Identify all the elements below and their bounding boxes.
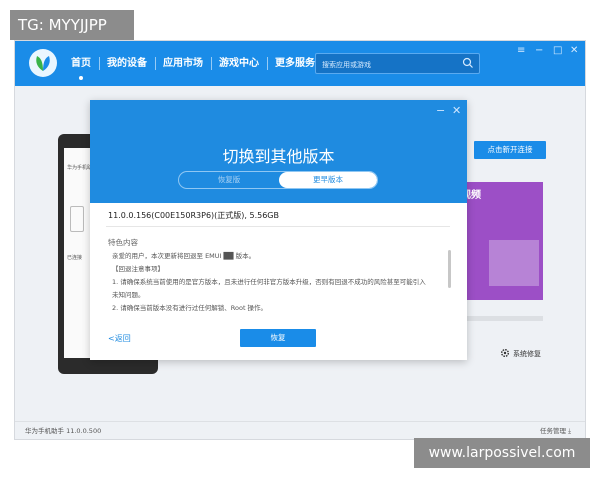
nav-app-market[interactable]: 应用市场 [155,41,211,86]
divider [106,226,450,227]
status-bar: 华为手机助手 11.0.0.500 任务管理 ⤓ [15,421,585,439]
system-repair-link[interactable]: 系统修复 [513,349,541,359]
main-nav: 首页 我的设备 应用市场 游戏中心 更多服务 [63,41,323,86]
version-tabs: 恢复版 更早版本 [178,171,378,189]
switch-version-dialog: − ✕ 切换到其他版本 恢复版 更早版本 11.0.0.156(C00E150R… [90,100,467,360]
section-title: 特色内容 [108,238,138,247]
dialog-header: − ✕ 切换到其他版本 恢复版 更早版本 [90,100,467,203]
search-icon[interactable] [462,57,474,69]
tab-earlier-version[interactable]: 更早版本 [279,172,377,188]
search-box[interactable] [315,53,480,74]
search-input[interactable] [320,55,464,74]
app-version: 华为手机助手 11.0.0.500 [25,427,102,435]
top-bar: 首页 我的设备 应用市场 游戏中心 更多服务 ≡ − □ ✕ [15,41,585,86]
back-link[interactable]: <返回 [108,333,131,344]
nav-home[interactable]: 首页 [63,41,99,86]
dialog-title: 切换到其他版本 [222,147,335,166]
dialog-close-icon[interactable]: ✕ [452,104,461,117]
notes-scrollbar[interactable] [448,250,451,288]
close-icon[interactable]: ✕ [570,45,578,56]
promo-banner[interactable]: 视频 [457,182,543,300]
dialog-minimize-icon[interactable]: − [436,104,445,117]
nav-my-devices[interactable]: 我的设备 [99,41,155,86]
note-line: 2. 请确保当前版本没有进行过任何解锁、Root 操作。 [112,304,268,312]
phone-text: 已连接 [67,255,83,261]
restore-button[interactable]: 恢复 [240,329,316,347]
watermark-bottom: www.larpossivel.com [414,438,590,468]
version-info: 11.0.0.156(C00E150R3P6)(正式版), 5.56GB [108,211,279,220]
maximize-icon[interactable]: □ [553,45,562,56]
menu-icon[interactable]: ≡ [517,45,525,56]
tab-restore-version[interactable]: 恢复版 [179,172,279,188]
note-line: 1. 请确保系统当前使用的是官方版本，且未进行任何非官方版本升级，否则有回退不成… [112,278,426,286]
promo-graphic [489,240,539,286]
note-line: 未知问题。 [112,291,145,299]
minimize-icon[interactable]: − [535,45,543,56]
app-logo [29,49,57,77]
nav-game-center[interactable]: 游戏中心 [211,41,267,86]
phone-device-icon [70,206,84,232]
gear-icon[interactable] [500,348,510,358]
note-line: 【回退注意事项】 [112,265,164,273]
task-manager-link[interactable]: 任务管理 ⤓ [540,425,571,436]
new-connection-button[interactable]: 点击新开连接 [474,141,546,159]
note-line: 亲爱的用户，本次更新将回退至 EMUI ██ 版本。 [112,252,256,260]
watermark-top: TG: MYYJJPP [10,10,134,40]
release-notes: 亲爱的用户，本次更新将回退至 EMUI ██ 版本。 【回退注意事项】 1. 请… [112,250,442,315]
logo-icon [36,56,50,71]
